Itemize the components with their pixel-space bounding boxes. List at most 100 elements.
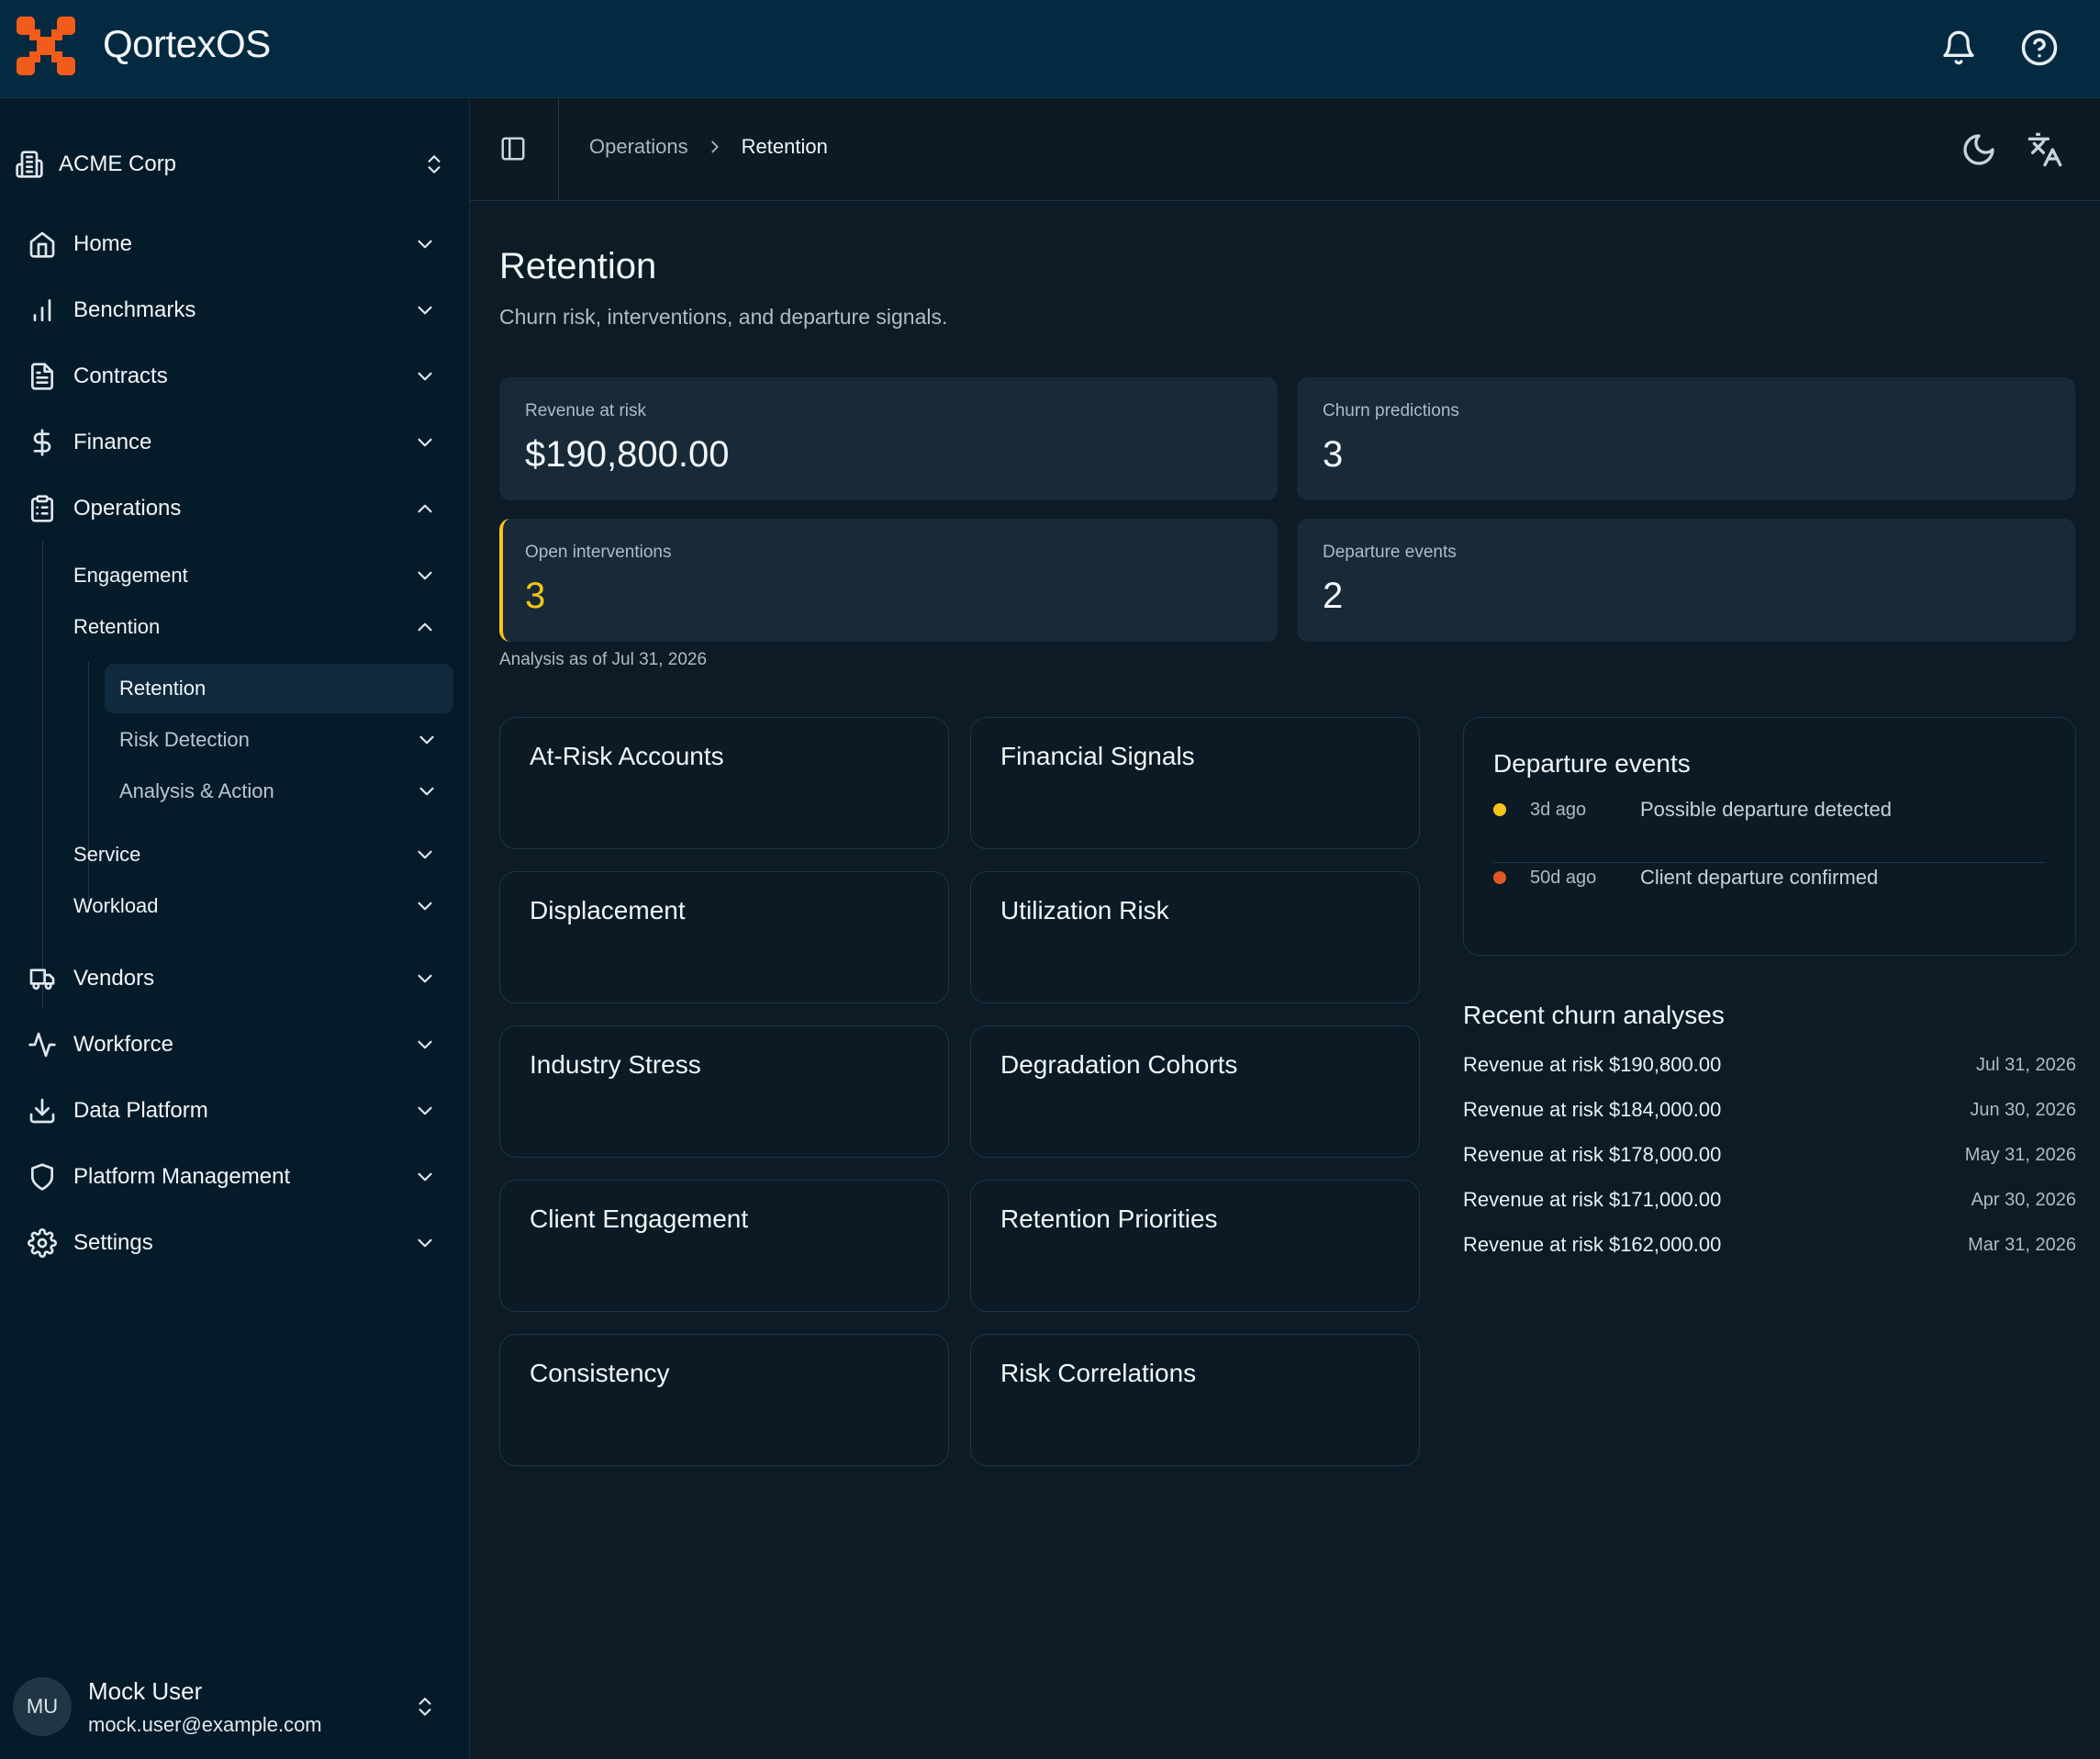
recent-analysis-row[interactable]: Revenue at risk $190,800.00 Jul 31, 2026 — [1463, 1048, 2076, 1081]
status-dot — [1493, 803, 1506, 816]
truck-icon — [29, 969, 55, 990]
recent-analysis-row[interactable]: Revenue at risk $162,000.00 Mar 31, 2026 — [1463, 1228, 2076, 1261]
breadcrumb-operations[interactable]: Operations — [589, 135, 688, 159]
departure-event-row[interactable]: 3d ago Possible departure detected — [1493, 782, 2046, 837]
card-utilization-risk[interactable]: Utilization Risk — [970, 871, 1420, 1003]
chevron-down-icon — [419, 735, 434, 745]
org-name: ACME Corp — [59, 151, 177, 176]
stat-value: 3 — [525, 576, 546, 616]
stat-revenue-at-risk: Revenue at risk $190,800.00 — [499, 377, 1278, 500]
gear-icon — [28, 1228, 57, 1258]
chevrons-up-down-icon — [428, 155, 441, 174]
bell-icon[interactable] — [1937, 26, 1981, 70]
document-icon — [31, 363, 53, 390]
chevron-down-icon — [418, 850, 432, 859]
dollar-icon — [33, 429, 51, 456]
sidebar-toggle-icon[interactable] — [499, 135, 527, 162]
sidebar-item-workload[interactable]: Workload — [73, 882, 446, 930]
card-degradation-cohorts[interactable]: Degradation Cohorts — [970, 1025, 1420, 1158]
chevron-down-icon — [418, 240, 432, 249]
sidebar-item-contracts[interactable]: Contracts — [28, 352, 446, 401]
sidebar-item-risk-detection[interactable]: Risk Detection — [105, 715, 453, 765]
sidebar-item-vendors[interactable]: Vendors — [28, 954, 446, 1003]
departure-events-panel: Departure events 3d ago Possible departu… — [1463, 717, 2076, 956]
card-title: Client Engagement — [530, 1204, 749, 1233]
org-switcher[interactable]: ACME Corp — [15, 139, 446, 190]
sidebar-item-retention-group[interactable]: Retention — [73, 603, 446, 651]
card-consistency[interactable]: Consistency — [499, 1334, 949, 1466]
translate-icon[interactable] — [2027, 131, 2063, 168]
brand-name: QortexOS — [103, 22, 271, 65]
sidebar-item-settings[interactable]: Settings — [28, 1218, 446, 1268]
card-title: Displacement — [530, 896, 686, 924]
chevron-down-icon — [418, 372, 432, 381]
page-title: Retention — [499, 246, 657, 286]
chevron-down-icon — [418, 1172, 432, 1182]
analysis-as-of: Analysis as of Jul 31, 2026 — [499, 650, 708, 669]
chevron-up-icon — [418, 504, 432, 513]
card-displacement[interactable]: Displacement — [499, 871, 949, 1003]
sidebar-item-home[interactable]: Home — [28, 219, 446, 269]
stat-open-interventions: Open interventions 3 — [499, 519, 1278, 642]
sidebar-item-label: Workload — [73, 894, 159, 917]
download-icon — [29, 1098, 55, 1124]
help-icon[interactable] — [2017, 26, 2061, 70]
sidebar-item-label: Risk Detection — [119, 728, 250, 751]
sidebar-item-operations[interactable]: Operations — [28, 484, 446, 533]
departure-event-row[interactable]: 50d ago Client departure confirmed — [1493, 850, 2046, 905]
sidebar-item-data-platform[interactable]: Data Platform — [28, 1086, 446, 1136]
sidebar-item-label: Settings — [73, 1230, 153, 1255]
breadcrumb: Operations Retention — [589, 135, 828, 159]
card-at-risk-accounts[interactable]: At-Risk Accounts — [499, 717, 949, 849]
activity-icon — [28, 1032, 56, 1058]
sidebar-item-service[interactable]: Service — [73, 831, 446, 879]
user-menu[interactable]: MU Mock User mock.user@example.com — [13, 1672, 453, 1742]
stat-label: Revenue at risk — [525, 401, 647, 420]
chevron-down-icon — [418, 438, 432, 447]
card-industry-stress[interactable]: Industry Stress — [499, 1025, 949, 1158]
analysis-date: Jul 31, 2026 — [1976, 1054, 2076, 1075]
stat-label: Open interventions — [525, 543, 672, 562]
sidebar-item-analysis-action[interactable]: Analysis & Action — [105, 767, 453, 816]
card-risk-correlations[interactable]: Risk Correlations — [970, 1334, 1420, 1466]
sidebar-item-label: Platform Management — [73, 1164, 291, 1189]
analysis-label: Revenue at risk $162,000.00 — [1463, 1233, 1722, 1256]
card-financial-signals[interactable]: Financial Signals — [970, 717, 1420, 849]
stat-departure-events: Departure events 2 — [1297, 519, 2075, 642]
recent-analysis-row[interactable]: Revenue at risk $178,000.00 May 31, 2026 — [1463, 1138, 2076, 1171]
sidebar-item-benchmarks[interactable]: Benchmarks — [28, 286, 446, 335]
panel-title: Departure events — [1493, 749, 1691, 778]
stat-value: 3 — [1323, 434, 1344, 475]
sidebar-item-platform-management[interactable]: Platform Management — [28, 1152, 446, 1202]
card-client-engagement[interactable]: Client Engagement — [499, 1180, 949, 1312]
chevron-down-icon — [418, 902, 432, 911]
sidebar-item-label: Retention — [73, 615, 161, 638]
recent-analysis-row[interactable]: Revenue at risk $171,000.00 Apr 30, 2026 — [1463, 1183, 2076, 1216]
header-divider — [558, 98, 559, 201]
sidebar-item-engagement[interactable]: Engagement — [73, 552, 446, 599]
analysis-label: Revenue at risk $190,800.00 — [1463, 1053, 1722, 1076]
chevron-down-icon — [418, 571, 432, 580]
stat-value: 2 — [1323, 576, 1344, 616]
sidebar-item-label: Data Platform — [73, 1098, 208, 1123]
clipboard-icon — [31, 495, 53, 522]
moon-icon[interactable] — [1960, 131, 1997, 168]
sidebar-item-retention[interactable]: Retention — [105, 664, 453, 713]
event-text: Client departure confirmed — [1640, 866, 1879, 889]
event-text: Possible departure detected — [1640, 798, 1892, 821]
sidebar-item-label: Service — [73, 843, 141, 866]
sidebar-item-label: Finance — [73, 430, 152, 454]
card-retention-priorities[interactable]: Retention Priorities — [970, 1180, 1420, 1312]
stat-churn-predictions: Churn predictions 3 — [1297, 377, 2075, 500]
sidebar-item-finance[interactable]: Finance — [28, 418, 446, 467]
sidebar-item-label: Contracts — [73, 364, 168, 388]
sidebar-item-label: Benchmarks — [73, 297, 196, 322]
recent-analyses-title: Recent churn analyses — [1463, 1001, 1725, 1029]
card-title: Consistency — [530, 1359, 670, 1387]
building-icon — [16, 151, 43, 178]
sidebar-item-label: Engagement — [73, 564, 188, 587]
recent-analysis-row[interactable]: Revenue at risk $184,000.00 Jun 30, 2026 — [1463, 1093, 2076, 1126]
analysis-date: Mar 31, 2026 — [1968, 1234, 2076, 1255]
sidebar-item-workforce[interactable]: Workforce — [28, 1020, 446, 1070]
breadcrumb-retention: Retention — [741, 135, 828, 158]
